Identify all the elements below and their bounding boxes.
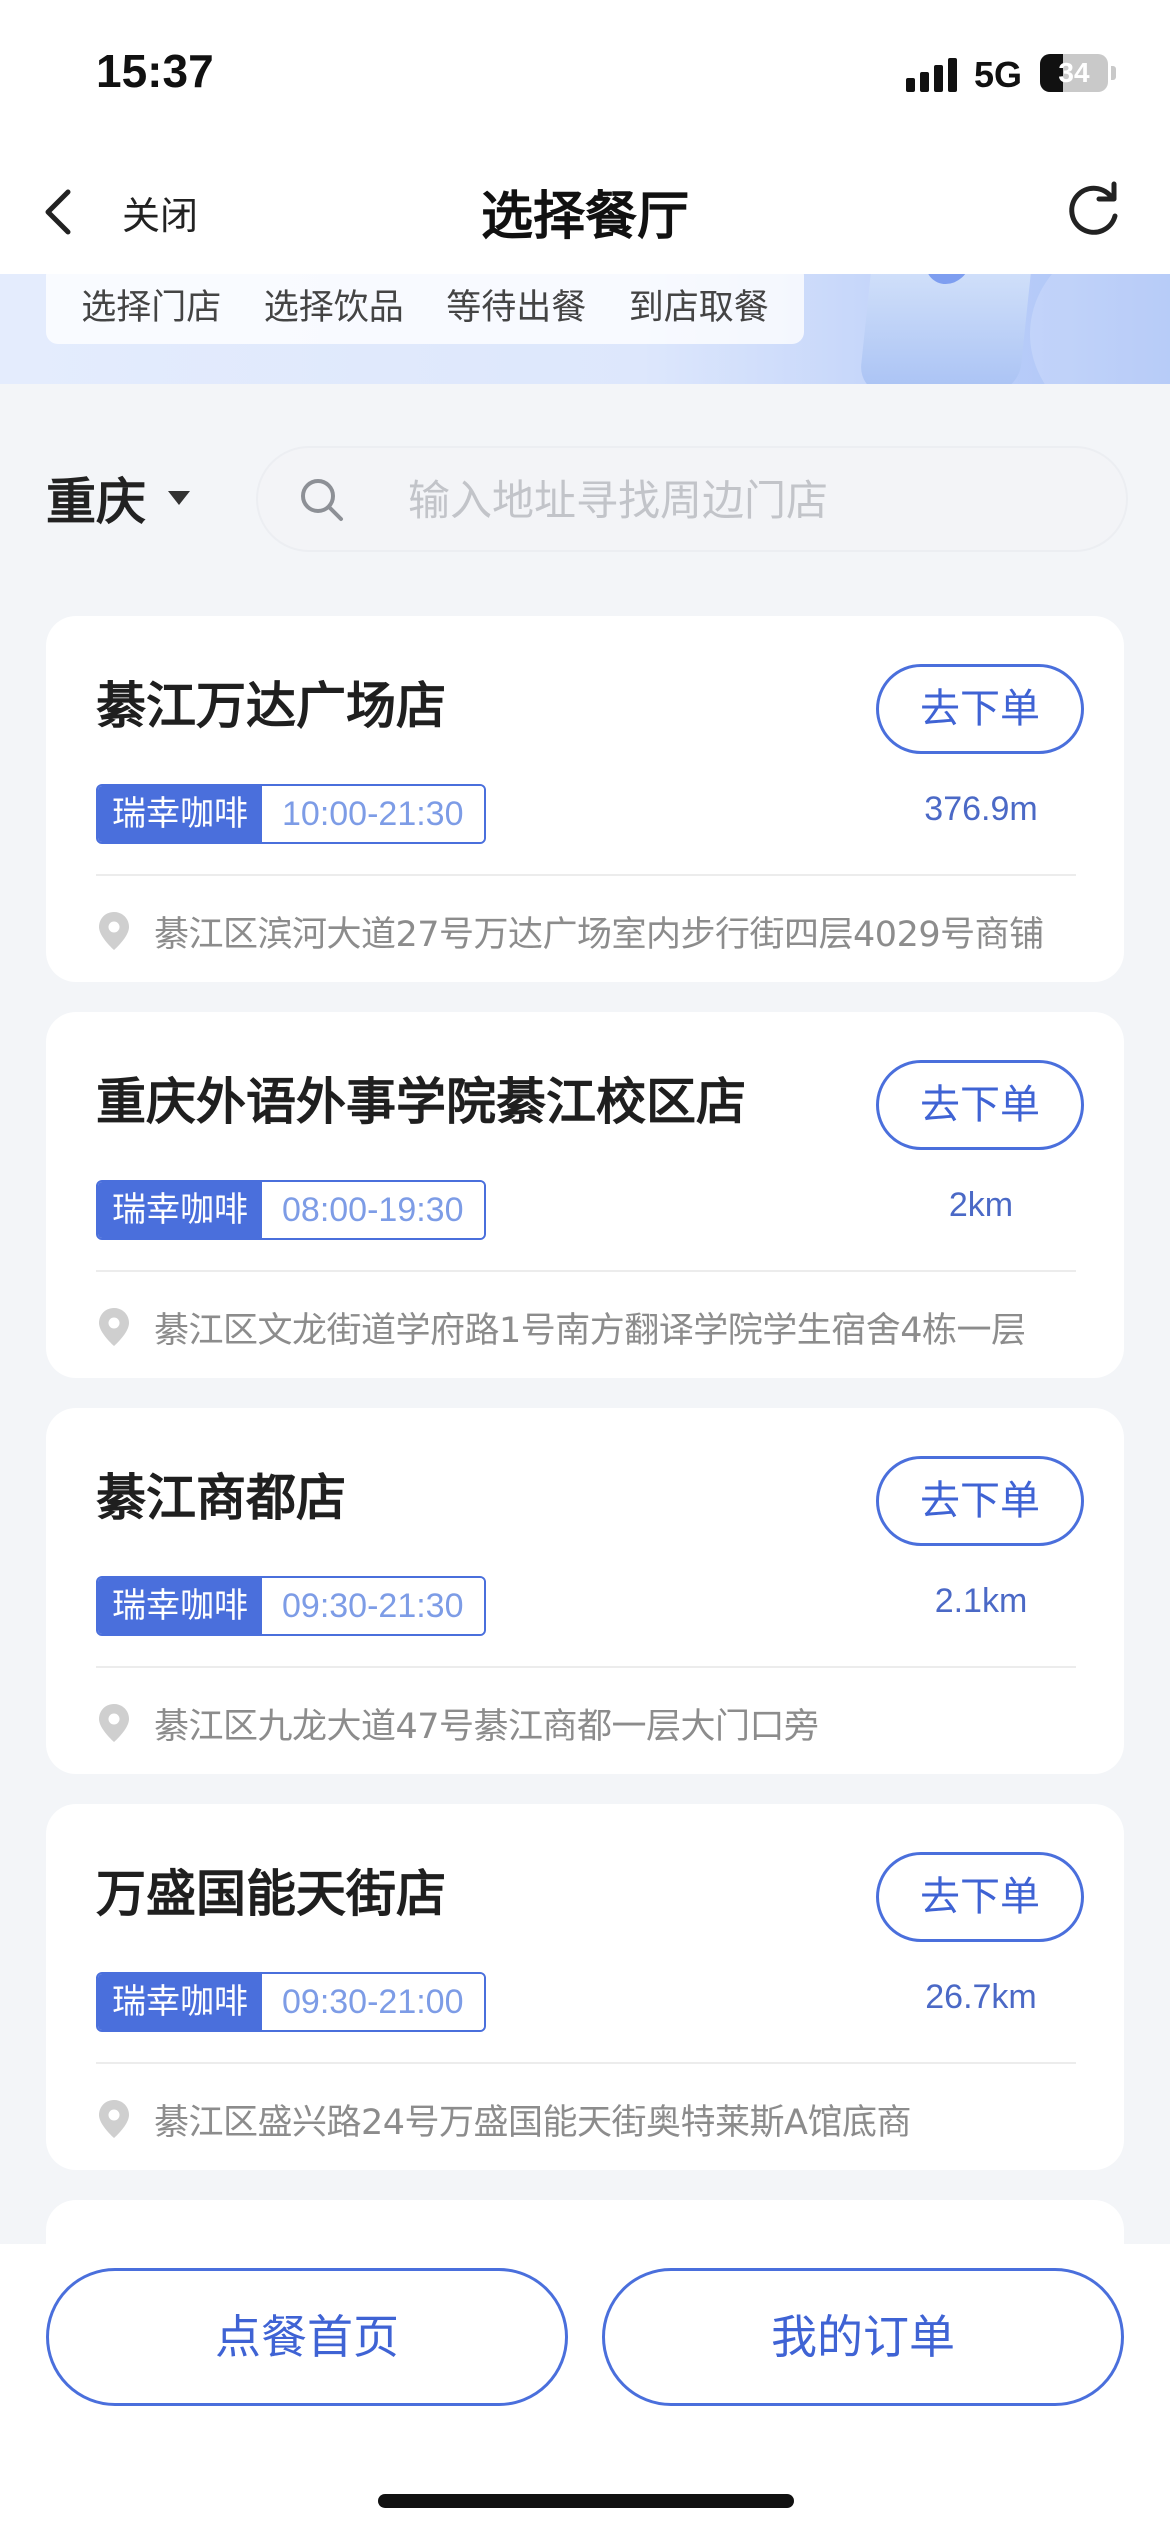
store-card[interactable]: 綦江万达广场店 去下单 瑞幸咖啡 10:00-21:30 376.9m 綦江区滨… <box>46 616 1124 982</box>
divider <box>96 874 1076 876</box>
store-card[interactable]: 重庆外语外事学院綦江校区店 去下单 瑞幸咖啡 08:00-19:30 2km 綦… <box>46 1012 1124 1378</box>
store-distance: 376.9m <box>924 790 1038 828</box>
store-distance: 2km <box>948 1186 1014 1224</box>
search-icon <box>301 479 343 521</box>
battery-icon: 34 <box>1040 54 1108 92</box>
location-pin-icon <box>99 2100 129 2138</box>
store-tag: 瑞幸咖啡 09:30-21:30 <box>96 1576 486 1636</box>
banner-decoration <box>1030 274 1170 384</box>
brand-badge: 瑞幸咖啡 <box>98 1578 262 1634</box>
order-button[interactable]: 去下单 <box>876 1852 1084 1942</box>
address-text: 綦江区滨河大道27号万达广场室内步行街四层4029号商铺 <box>154 914 1044 955</box>
location-pin-icon <box>99 1308 129 1346</box>
location-pin-icon <box>99 912 129 950</box>
bottom-bar: 点餐首页 我的订单 <box>0 2244 1170 2532</box>
address-text: 綦江区九龙大道47号綦江商都一层大门口旁 <box>154 1706 819 1747</box>
address-text: 綦江区文龙街道学府路1号南方翻译学院学生宿舍4栋一层 <box>154 1310 1026 1351</box>
brand-badge: 瑞幸咖啡 <box>98 1974 262 2030</box>
order-button[interactable]: 去下单 <box>876 1060 1084 1150</box>
store-name: 綦江商都店 <box>96 1469 346 1527</box>
store-name: 万盛国能天街店 <box>96 1865 446 1923</box>
brand-badge: 瑞幸咖啡 <box>98 786 262 842</box>
page-title: 选择餐厅 <box>480 187 689 247</box>
cellular-signal-icon <box>906 58 960 92</box>
promo-banner[interactable]: 选择门店 选择饮品 等待出餐 到店取餐 <box>0 274 1170 384</box>
business-hours: 09:30-21:30 <box>262 1578 484 1634</box>
search-input[interactable] <box>408 462 1098 538</box>
search-bar[interactable] <box>256 446 1128 552</box>
step-label: 选择门店 <box>81 287 222 328</box>
refresh-icon[interactable] <box>1064 178 1124 238</box>
business-hours: 09:30-21:00 <box>262 1974 484 2030</box>
step-label: 等待出餐 <box>446 287 587 328</box>
brand-badge: 瑞幸咖啡 <box>98 1182 262 1238</box>
store-tag: 瑞幸咖啡 10:00-21:30 <box>96 784 486 844</box>
order-button[interactable]: 去下单 <box>876 664 1084 754</box>
store-address: 綦江区盛兴路24号万盛国能天街奥特莱斯A馆底商 <box>96 2084 1106 2154</box>
coffee-cup-illustration <box>858 274 1034 384</box>
divider <box>96 1270 1076 1272</box>
battery-percent: 34 <box>1058 57 1090 88</box>
step-label: 到店取餐 <box>628 287 769 328</box>
store-address: 綦江区九龙大道47号綦江商都一层大门口旁 <box>96 1688 1106 1758</box>
divider <box>96 2062 1076 2064</box>
store-name: 重庆外语外事学院綦江校区店 <box>96 1073 746 1131</box>
caret-down-icon <box>168 491 190 505</box>
business-hours: 10:00-21:30 <box>262 786 484 842</box>
store-card[interactable]: 万盛国能天街店 去下单 瑞幸咖啡 09:30-21:00 26.7km 綦江区盛… <box>46 1804 1124 2170</box>
order-home-button[interactable]: 点餐首页 <box>46 2268 568 2406</box>
nav-bar: 关闭 选择餐厅 <box>0 150 1170 274</box>
business-hours: 08:00-19:30 <box>262 1182 484 1238</box>
store-tag: 瑞幸咖啡 08:00-19:30 <box>96 1180 486 1240</box>
my-orders-button[interactable]: 我的订单 <box>602 2268 1124 2406</box>
store-tag: 瑞幸咖啡 09:30-21:00 <box>96 1972 486 2032</box>
status-time: 15:37 <box>96 45 214 97</box>
order-button[interactable]: 去下单 <box>876 1456 1084 1546</box>
order-steps: 选择门店 选择饮品 等待出餐 到店取餐 <box>46 274 804 344</box>
network-type: 5G <box>974 54 1023 95</box>
city-name: 重庆 <box>46 473 146 531</box>
store-address: 綦江区文龙街道学府路1号南方翻译学院学生宿舍4栋一层 <box>96 1292 1106 1362</box>
store-address: 綦江区滨河大道27号万达广场室内步行街四层4029号商铺 <box>96 896 1106 966</box>
location-pin-icon <box>99 1704 129 1742</box>
divider <box>96 1666 1076 1668</box>
step-label: 选择饮品 <box>263 287 404 328</box>
store-distance: 2.1km <box>934 1582 1028 1620</box>
battery-cap <box>1111 66 1116 80</box>
store-distance: 26.7km <box>925 1978 1037 2016</box>
store-card[interactable]: 綦江商都店 去下单 瑞幸咖啡 09:30-21:30 2.1km 綦江区九龙大道… <box>46 1408 1124 1774</box>
status-bar: 15:37 5G 34 <box>0 0 1170 150</box>
home-indicator <box>378 2494 794 2508</box>
store-name: 綦江万达广场店 <box>96 677 446 735</box>
address-text: 綦江区盛兴路24号万盛国能天街奥特莱斯A馆底商 <box>154 2102 911 2143</box>
city-selector[interactable]: 重庆 <box>46 462 190 534</box>
